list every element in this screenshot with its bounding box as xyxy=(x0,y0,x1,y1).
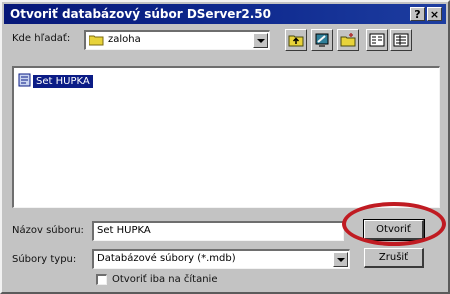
open-button[interactable]: Otvoriť xyxy=(363,219,425,241)
folder-icon xyxy=(88,34,105,49)
desktop-icon[interactable] xyxy=(311,29,333,51)
look-in-value: zaloha xyxy=(108,34,141,45)
filetype-value: Databázové súbory (*.mdb) xyxy=(97,253,236,264)
cancel-button[interactable]: Zrušiť xyxy=(364,248,424,268)
filename-value: Set HUPKA xyxy=(97,225,151,236)
filename-label: Názov súboru: xyxy=(12,225,84,236)
details-view-icon[interactable] xyxy=(390,29,412,51)
readonly-label: Otvoriť iba na čítanie xyxy=(112,274,218,285)
help-button[interactable]: ? xyxy=(410,7,425,21)
close-button[interactable]: × xyxy=(427,7,442,21)
look-in-select[interactable]: zaloha xyxy=(84,30,270,50)
list-view-icon[interactable] xyxy=(366,29,388,51)
open-file-dialog: Otvoriť databázový súbor DServer2.50 ? ×… xyxy=(0,0,450,294)
list-item[interactable]: Set HUPKA xyxy=(18,73,93,89)
dialog-title: Otvoriť databázový súbor DServer2.50 xyxy=(10,7,271,21)
file-list[interactable]: Set HUPKA xyxy=(12,66,440,208)
filetype-select[interactable]: Databázové súbory (*.mdb) xyxy=(92,249,350,269)
new-folder-icon[interactable] xyxy=(337,29,359,51)
look-in-dropdown-button[interactable] xyxy=(253,33,268,48)
up-folder-icon[interactable] xyxy=(285,29,307,51)
file-name: Set HUPKA xyxy=(33,74,93,88)
database-file-icon xyxy=(18,72,31,91)
title-bar: Otvoriť databázový súbor DServer2.50 ? × xyxy=(4,4,446,24)
filetype-label: Súbory typu: xyxy=(12,254,77,265)
readonly-checkbox[interactable] xyxy=(96,274,107,285)
look-in-label: Kde hľadať: xyxy=(12,33,71,44)
filetype-dropdown-button[interactable] xyxy=(333,252,348,267)
filename-input[interactable]: Set HUPKA xyxy=(92,221,344,241)
